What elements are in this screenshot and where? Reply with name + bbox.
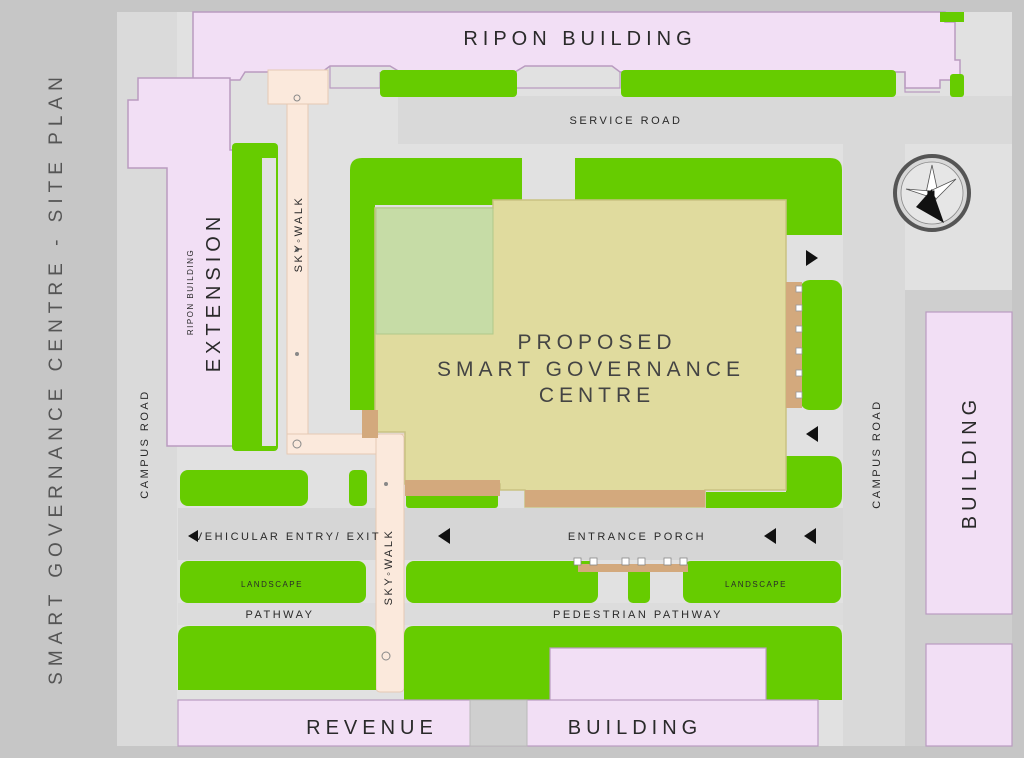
entrance-porch-label: ENTRANCE PORCH bbox=[568, 531, 706, 543]
proposed-label-line2: SMART GOVERNANCE bbox=[437, 358, 745, 381]
page-title: SMART GOVERNANCE CENTRE - SITE PLAN bbox=[46, 71, 67, 685]
ripon-corner-landscape bbox=[950, 74, 964, 97]
ripon-front-landscape-left bbox=[380, 70, 517, 97]
ripon-building-label: RIPON BUILDING bbox=[463, 28, 696, 50]
right-building-label: BUILDING bbox=[959, 395, 981, 529]
landscape-block-a bbox=[180, 470, 308, 506]
service-road-label: SERVICE ROAD bbox=[570, 115, 683, 127]
porch-east bbox=[786, 282, 802, 408]
pathway-label: PATHWAY bbox=[245, 609, 314, 621]
landscape-left-label: LANDSCAPE bbox=[241, 580, 303, 589]
porch-corner bbox=[362, 410, 378, 438]
ripon-front-landscape-right bbox=[621, 70, 896, 97]
extension-gap bbox=[262, 158, 276, 446]
right-building: BUILDING bbox=[925, 311, 1013, 747]
site-plan: RIPON BUILDING RIPON BUILDING EXTENSION … bbox=[46, 11, 1013, 747]
skywalk-lower-label: SKY◦WALK bbox=[383, 529, 395, 606]
north-label: N bbox=[927, 188, 936, 202]
ripon-ext-large-label: EXTENSION bbox=[203, 212, 225, 373]
ripon-ext-small-label: RIPON BUILDING bbox=[186, 249, 195, 335]
landscape-bottom-left bbox=[178, 626, 376, 690]
proposed-landscape-east bbox=[800, 280, 842, 410]
porch-south bbox=[525, 490, 705, 507]
pedestrian-pathway-label: PEDESTRIAN PATHWAY bbox=[553, 609, 723, 621]
ripon-top-landscape bbox=[940, 12, 964, 22]
porch-west bbox=[405, 480, 500, 496]
campus-road-left-label: CAMPUS ROAD bbox=[139, 389, 151, 498]
campus-road-right-label: CAMPUS ROAD bbox=[871, 399, 883, 508]
proposed-label-line1: PROPOSED bbox=[517, 331, 676, 354]
proposed-label-line3: CENTRE bbox=[539, 384, 655, 407]
north-compass-icon: N bbox=[893, 154, 971, 232]
skywalk-lower: SKY◦WALK bbox=[375, 433, 405, 693]
revenue-building-label: BUILDING bbox=[568, 717, 702, 739]
service-road bbox=[398, 96, 1012, 144]
courtyard bbox=[375, 207, 494, 335]
landscape-right-label: LANDSCAPE bbox=[725, 580, 787, 589]
revenue-label: REVENUE bbox=[306, 717, 438, 739]
proposed-building: PROPOSED SMART GOVERNANCE CENTRE bbox=[374, 199, 787, 508]
landscape-block-b bbox=[349, 470, 367, 506]
skywalk-upper-label: SKY◦WALK bbox=[293, 196, 305, 273]
landscape-mid bbox=[406, 561, 598, 603]
vehicular-label: VEHICULAR ENTRY/ EXIT bbox=[195, 531, 381, 543]
